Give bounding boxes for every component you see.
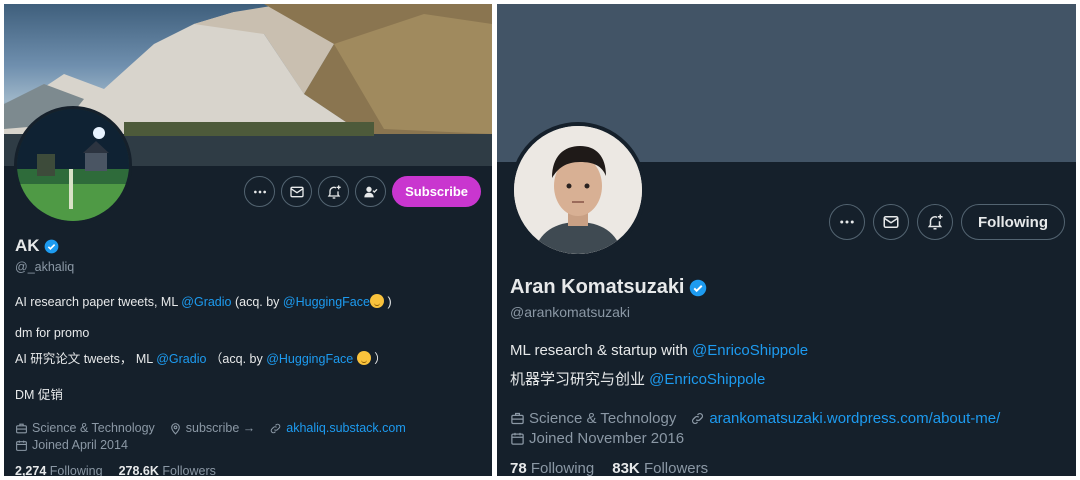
joined: Joined April 2014	[15, 438, 128, 452]
bio-line-1: ML research & startup with @EnricoShippo…	[510, 342, 1070, 359]
following-button[interactable]: Following	[961, 204, 1065, 240]
handle: @_akhaliq	[15, 260, 75, 274]
following-count: 2,274	[15, 464, 47, 476]
category: Science & Technology	[510, 410, 676, 427]
link-icon	[692, 413, 704, 424]
profile-info: AK @_akhaliq AI research paper tweets, M…	[15, 236, 485, 476]
display-name: Aran Komatsuzaki	[510, 276, 685, 298]
following-label: Following	[49, 464, 103, 476]
followers-count: 278.6K	[118, 464, 159, 476]
profile-actions: Following	[829, 204, 1065, 240]
joined-row: Joined April 2014	[15, 438, 485, 452]
briefcase-icon	[511, 412, 524, 425]
avatar-image	[514, 126, 642, 254]
subscribe-button[interactable]: Subscribe	[392, 176, 481, 207]
more-icon	[840, 220, 854, 224]
profile-avatar[interactable]	[14, 106, 132, 224]
notifications-button[interactable]	[318, 176, 350, 207]
following-stat[interactable]: 78 Following	[510, 460, 594, 476]
bio-text: (acq. by	[231, 295, 283, 309]
verified-badge-icon[interactable]	[44, 239, 59, 254]
bio-text: AI research paper tweets, ML	[15, 295, 182, 309]
location: subscribe →	[169, 421, 255, 435]
followers-stat[interactable]: 83K Followers	[612, 460, 708, 476]
stats-row: 78 Following 83K Followers	[510, 460, 1070, 476]
followers-label: Followers	[643, 460, 709, 476]
more-button[interactable]	[829, 204, 866, 240]
following-count: 78	[510, 460, 527, 476]
bio-line-3: AI 研究论文 tweets， ML @Gradio （acq. by @Hug…	[15, 348, 485, 367]
mention-huggingface[interactable]: @HuggingFace	[266, 352, 353, 366]
more-icon	[253, 190, 266, 193]
calendar-icon	[16, 440, 27, 451]
mention-enricoshippole[interactable]: @EnricoShippole	[649, 371, 765, 388]
notifications-button[interactable]	[917, 204, 954, 240]
name-row: AK	[15, 236, 485, 256]
category-label: Science & Technology	[529, 410, 677, 427]
profile-panel-ak: Subscribe AK @_akhaliq AI research paper…	[4, 4, 492, 476]
stats-row: 2,274 Following 278.6K Followers	[15, 464, 485, 476]
joined-label: Joined November 2016	[529, 430, 685, 447]
message-button[interactable]	[873, 204, 910, 240]
more-button[interactable]	[244, 176, 276, 207]
avatar-image	[17, 109, 129, 221]
mail-icon	[289, 186, 304, 197]
bio-line-2: dm for promo	[15, 326, 90, 340]
link-icon	[271, 423, 281, 433]
website-link[interactable]: arankomatsuzaki.wordpress.com/about-me/	[709, 410, 1000, 427]
bio-text: ML research & startup with	[510, 342, 693, 359]
bio-line-4: DM 促销	[15, 388, 63, 402]
bell-plus-icon	[327, 184, 341, 199]
category-label: Science & Technology	[32, 421, 155, 435]
followers-label: Followers	[162, 464, 216, 476]
following-label: Following	[530, 460, 595, 476]
bio-text: ）	[370, 352, 387, 366]
mention-gradio[interactable]: @Gradio	[181, 295, 231, 309]
bio-text: （acq. by	[206, 352, 267, 366]
hugging-face-emoji-icon	[356, 351, 371, 365]
mention-enricoshippole[interactable]: @EnricoShippole	[692, 342, 808, 359]
handle: @arankomatsuzaki	[510, 304, 631, 320]
bio-text: AI 研究论文 tweets， ML	[15, 352, 157, 366]
profile-avatar[interactable]	[510, 122, 646, 258]
hugging-face-emoji-icon	[369, 294, 384, 308]
mention-huggingface[interactable]: @HuggingFace	[283, 295, 370, 309]
website-link[interactable]: akhaliq.substack.com	[286, 421, 406, 435]
bio-line-1: AI research paper tweets, ML @Gradio (ac…	[15, 294, 485, 309]
mail-icon	[883, 216, 899, 228]
person-check-icon	[363, 186, 378, 197]
following-stat[interactable]: 2,274 Following	[15, 464, 103, 476]
location-label: subscribe →	[185, 421, 256, 435]
calendar-icon	[511, 432, 524, 445]
name-row: Aran Komatsuzaki	[510, 276, 1070, 299]
profile-info: Aran Komatsuzaki @arankomatsuzaki ML res…	[510, 276, 1070, 476]
bio-line-2: 机器学习研究与创业 @EnricoShippole	[510, 368, 1070, 389]
followers-stat[interactable]: 278.6K Followers	[119, 464, 216, 476]
category: Science & Technology	[15, 421, 155, 435]
verified-badge-icon[interactable]	[689, 279, 707, 297]
joined: Joined November 2016	[510, 430, 684, 447]
joined-label: Joined April 2014	[32, 438, 128, 452]
bell-plus-icon	[927, 214, 943, 230]
website: akhaliq.substack.com	[269, 421, 406, 435]
following-button[interactable]	[355, 176, 387, 207]
followers-count: 83K	[612, 460, 640, 476]
location-pin-icon	[170, 422, 180, 435]
profile-panel-aran: Following Aran Komatsuzaki @arankomatsuz…	[497, 4, 1076, 476]
meta-row: Science & Technology subscribe → akhaliq…	[15, 421, 485, 435]
website: arankomatsuzaki.wordpress.com/about-me/	[690, 410, 1000, 427]
meta-row: Science & Technology arankomatsuzaki.wor…	[510, 410, 1070, 427]
bio-text: )	[383, 295, 392, 309]
briefcase-icon	[16, 423, 27, 433]
display-name: AK	[15, 236, 40, 255]
message-button[interactable]	[281, 176, 313, 207]
bio-text: 机器学习研究与创业	[510, 371, 650, 388]
profile-actions: Subscribe	[244, 176, 481, 207]
mention-gradio[interactable]: @Gradio	[156, 352, 206, 366]
joined-row: Joined November 2016	[510, 430, 1070, 447]
